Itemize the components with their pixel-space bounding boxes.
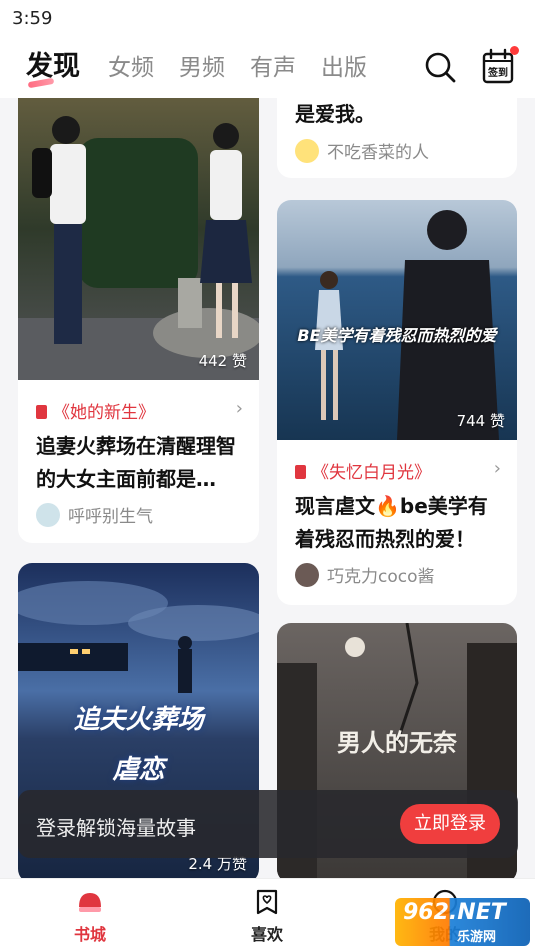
- feed[interactable]: 442 赞 《她的新生》 › 追妻火葬场在清醒理智的大女主面前都是… 呼呼别生气…: [0, 98, 535, 878]
- book-link[interactable]: 《失忆白月光》: [295, 458, 431, 483]
- status-time: 3:59: [12, 8, 53, 29]
- nav-label: 喜欢: [250, 925, 283, 944]
- nav-label: 书城: [73, 925, 106, 944]
- status-bar: 3:59: [0, 0, 535, 36]
- login-banner: 登录解锁海量故事 立即登录: [18, 790, 518, 858]
- author-row[interactable]: 巧克力coco酱: [295, 562, 435, 587]
- card-cover-image: 442 赞: [18, 98, 259, 380]
- like-count: 442 赞: [198, 352, 247, 370]
- search-button[interactable]: [422, 49, 458, 85]
- favorites-icon: [256, 889, 278, 915]
- bookstore-icon: [79, 893, 101, 912]
- tab-publish[interactable]: 出版: [321, 48, 367, 82]
- author-name: 不吃香菜的人: [327, 143, 429, 163]
- avatar: [295, 562, 319, 587]
- like-count: 744 赞: [456, 412, 505, 430]
- login-button[interactable]: 立即登录: [400, 804, 500, 844]
- nav-bookstore[interactable]: 书城: [50, 887, 130, 945]
- top-nav: 发现 女频 男频 有声 出版 签到: [0, 36, 535, 98]
- book-link[interactable]: 《她的新生》: [36, 398, 155, 423]
- story-card[interactable]: BE美学有着残忍而热烈的爱 744 赞 《失忆白月光》 › 现言虐文🔥be美学有…: [277, 200, 517, 605]
- watermark-subtext: 乐游网: [457, 930, 497, 945]
- card-title: 现言虐文🔥be美学有着残忍而热烈的爱！: [295, 494, 488, 551]
- search-icon: [425, 52, 456, 83]
- author-name: 呼呼别生气: [68, 507, 153, 527]
- chevron-right-icon: ›: [235, 398, 243, 419]
- book-icon: [36, 405, 47, 419]
- book-title: 《失忆白月光》: [312, 463, 431, 483]
- cover-overlay-text: 虐恋: [112, 755, 165, 785]
- chevron-right-icon: ›: [493, 458, 501, 479]
- site-watermark-logo: 962.NET 乐游网: [395, 898, 530, 946]
- tab-audio[interactable]: 有声: [250, 48, 296, 82]
- tab-female[interactable]: 女频: [108, 48, 154, 82]
- card-cover-image: BE美学有着残忍而热烈的爱 744 赞: [277, 200, 517, 440]
- signin-label: 签到: [487, 66, 508, 79]
- author-row[interactable]: 呼呼别生气: [36, 502, 153, 527]
- book-icon: [295, 465, 306, 479]
- author-row[interactable]: 不吃香菜的人: [295, 138, 429, 163]
- login-prompt-text: 登录解锁海量故事: [36, 816, 196, 840]
- tab-male[interactable]: 男频: [179, 48, 225, 82]
- book-title: 《她的新生》: [53, 403, 155, 423]
- watermark-text: 962.NET: [403, 900, 506, 925]
- cover-overlay-text: BE美学有着残忍而热烈的爱: [297, 326, 497, 345]
- card-title: 是爱我。: [295, 102, 375, 126]
- story-card[interactable]: 442 赞 《她的新生》 › 追妻火葬场在清醒理智的大女主面前都是… 呼呼别生气: [18, 98, 259, 543]
- cover-overlay-text: 男人的无奈: [337, 728, 457, 757]
- card-title: 追妻火葬场在清醒理智的大女主面前都是…: [36, 434, 236, 491]
- avatar: [295, 138, 319, 163]
- avatar: [36, 502, 60, 527]
- tab-discover[interactable]: 发现: [26, 44, 80, 83]
- cover-overlay-text: 追夫火葬场: [73, 705, 204, 735]
- nav-favorites[interactable]: 喜欢: [227, 887, 307, 945]
- author-name: 巧克力coco酱: [327, 567, 435, 587]
- story-card[interactable]: 是爱我。 不吃香菜的人: [277, 98, 517, 178]
- signin-red-dot: [510, 46, 519, 55]
